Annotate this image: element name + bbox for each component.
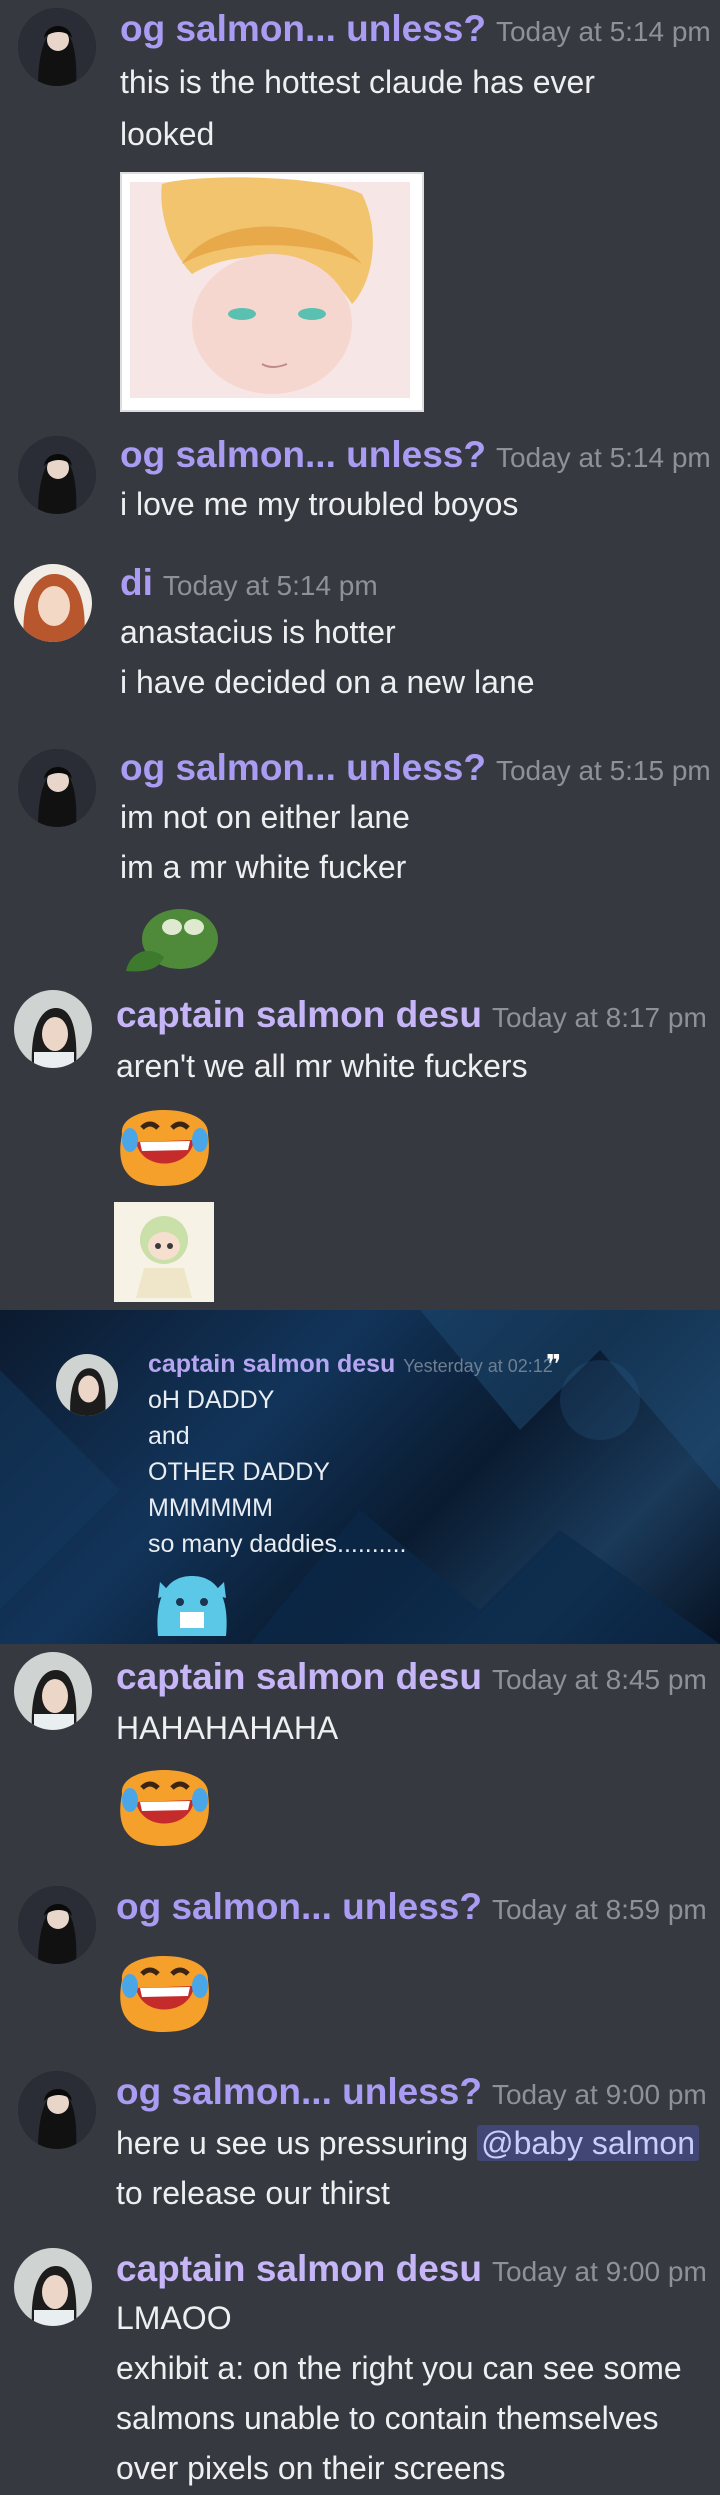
message-text: salmons unable to contain themselves xyxy=(116,2400,659,2436)
timestamp: Today at 8:17 pm xyxy=(492,1002,707,1033)
username[interactable]: captain salmon desu xyxy=(116,1656,482,1697)
timestamp: Today at 9:00 pm xyxy=(491,2079,707,2110)
message-text: here u see us pressuring @baby salmon xyxy=(116,2125,700,2162)
frog-hand-emoji[interactable] xyxy=(120,901,220,975)
quote-text: so many daddies.......... xyxy=(148,1530,407,1558)
laughing-crying-emoji[interactable] xyxy=(114,1940,214,2036)
username[interactable]: captain salmon desu xyxy=(116,2248,482,2289)
message-header: og salmon... unless? Today at 5:14 pm xyxy=(120,434,711,476)
timestamp: Today at 9:00 pm xyxy=(492,2256,707,2287)
avatar[interactable] xyxy=(18,2071,96,2149)
quoted-message-panel[interactable]: captain salmon desu Yesterday at 02:12 ❞ … xyxy=(0,1310,720,1644)
message-header: og salmon... unless? Today at 9:00 pm xyxy=(116,2071,707,2113)
username[interactable]: og salmon... unless? xyxy=(120,747,486,788)
timestamp: Today at 8:45 pm xyxy=(492,1664,707,1695)
message-header: og salmon... unless? Today at 5:15 pm xyxy=(120,747,711,789)
message-header: di Today at 5:14 pm xyxy=(120,562,378,604)
message-header: og salmon... unless? Today at 5:14 pm xyxy=(120,8,711,50)
message-text: to release our thirst xyxy=(116,2175,390,2211)
message-text: im not on either lane xyxy=(120,799,410,835)
message-text: this is the hottest claude has ever xyxy=(120,64,595,100)
user-mention[interactable]: @baby salmon xyxy=(477,2125,700,2161)
username[interactable]: og salmon... unless? xyxy=(116,2071,482,2112)
message-text: aren't we all mr white fuckers xyxy=(116,1048,528,1084)
timestamp: Today at 5:14 pm xyxy=(495,16,711,47)
message-text: LMAOO xyxy=(116,2300,232,2336)
message-text: i have decided on a new lane xyxy=(120,664,535,700)
message-text: exhibit a: on the right you can see some xyxy=(116,2350,682,2386)
avatar[interactable] xyxy=(18,8,96,86)
username[interactable]: og salmon... unless? xyxy=(116,1886,482,1927)
username[interactable]: og salmon... unless? xyxy=(120,434,486,475)
message-text: im a mr white fucker xyxy=(120,849,407,885)
avatar[interactable] xyxy=(14,990,92,1068)
message-header: captain salmon desu Today at 8:45 pm xyxy=(116,1656,707,1698)
blue-cat-emoji[interactable] xyxy=(150,1572,234,1636)
avatar[interactable] xyxy=(18,436,96,514)
quote-text: oH DADDY xyxy=(148,1386,275,1414)
laughing-crying-emoji[interactable] xyxy=(114,1094,214,1190)
quote-username[interactable]: captain salmon desu xyxy=(148,1350,395,1378)
avatar[interactable] xyxy=(14,564,92,642)
quote-text: MMMMMM xyxy=(148,1494,273,1522)
laughing-crying-emoji[interactable] xyxy=(114,1754,214,1850)
timestamp: Today at 8:59 pm xyxy=(491,1894,707,1925)
message-text: anastacius is hotter xyxy=(120,614,396,650)
username[interactable]: di xyxy=(120,562,153,603)
timestamp: Today at 5:14 pm xyxy=(162,570,378,601)
quote-text: OTHER DADDY xyxy=(148,1458,330,1486)
avatar[interactable] xyxy=(18,749,96,827)
timestamp: Today at 5:15 pm xyxy=(495,755,711,786)
image-attachment[interactable] xyxy=(120,172,424,412)
quote-icon[interactable]: ❞ xyxy=(546,1351,568,1377)
avatar[interactable] xyxy=(18,1886,96,1964)
message-text-prefix: here u see us pressuring xyxy=(116,2125,478,2161)
username[interactable]: captain salmon desu xyxy=(116,994,482,1035)
message-header: captain salmon desu Today at 9:00 pm xyxy=(116,2248,707,2290)
chibi-character-sticker[interactable] xyxy=(114,1202,214,1302)
avatar[interactable] xyxy=(56,1354,118,1416)
message-text: over pixels on their screens xyxy=(116,2450,506,2486)
timestamp: Today at 5:14 pm xyxy=(495,442,711,473)
message-header: og salmon... unless? Today at 8:59 pm xyxy=(116,1886,707,1928)
message-header: captain salmon desu Today at 8:17 pm xyxy=(116,994,707,1036)
message-text: HAHAHAHAHA xyxy=(116,1710,339,1746)
username[interactable]: og salmon... unless? xyxy=(120,8,486,49)
quote-header: captain salmon desu Yesterday at 02:12 xyxy=(148,1350,553,1379)
avatar[interactable] xyxy=(14,2248,92,2326)
quote-text: and xyxy=(148,1422,190,1450)
message-text: looked xyxy=(120,116,215,152)
quote-timestamp: Yesterday at 02:12 xyxy=(403,1356,553,1376)
avatar[interactable] xyxy=(14,1652,92,1730)
message-text: i love me my troubled boyos xyxy=(120,486,519,522)
